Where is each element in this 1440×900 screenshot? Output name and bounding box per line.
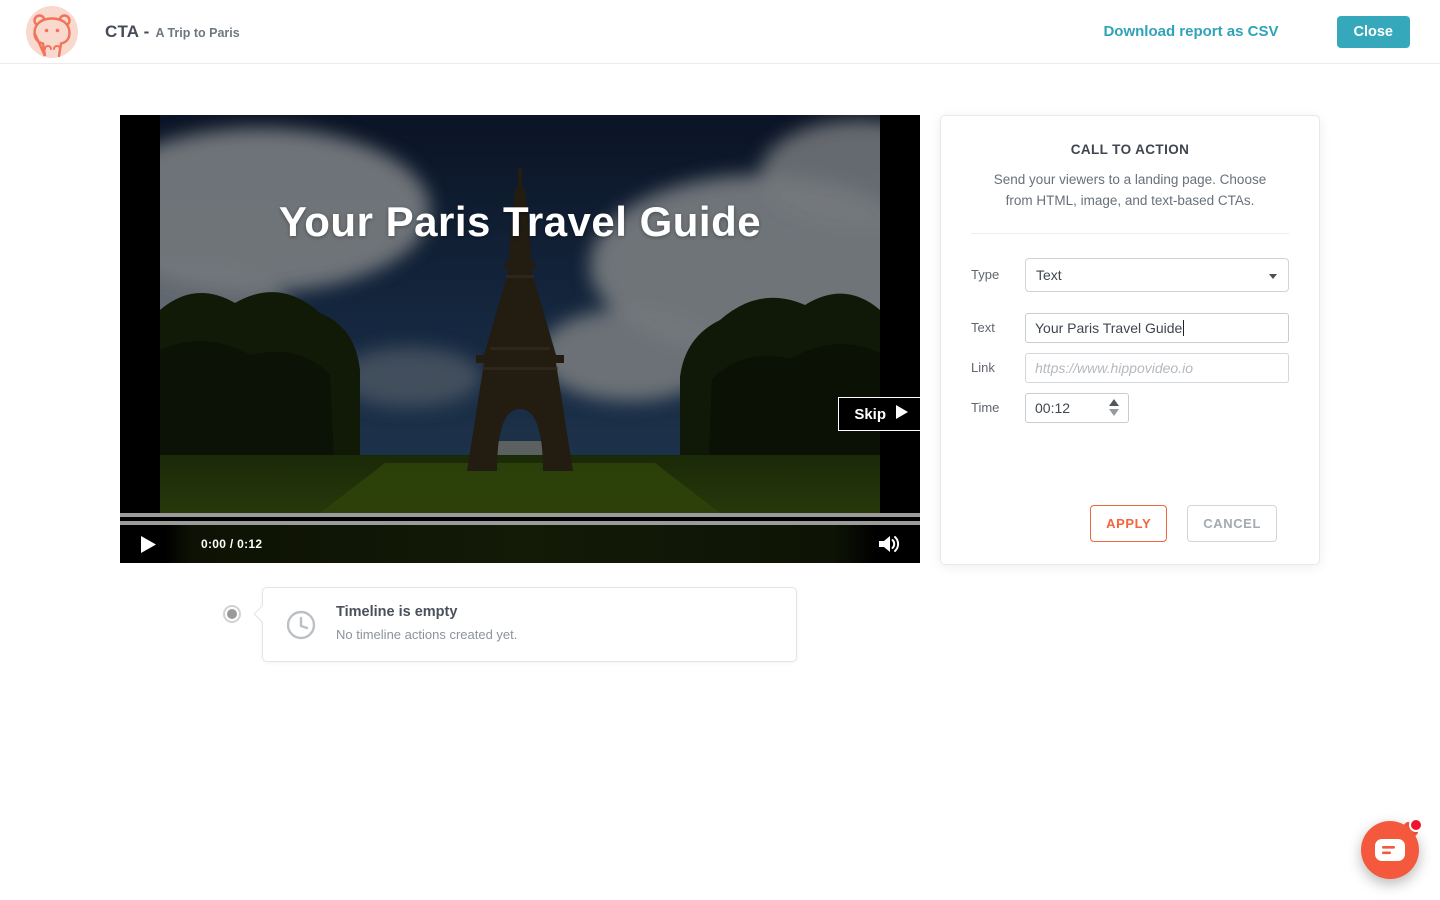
top-bar: CTA - A Trip to Paris Download report as… [0,0,1440,64]
timeline-marker-dot[interactable] [223,605,241,623]
breadcrumb: CTA - A Trip to Paris [105,22,240,42]
volume-icon[interactable] [879,535,901,553]
skip-label: Skip [854,406,886,423]
video-controls: 0:00 / 0:12 [120,525,920,563]
chat-launcher[interactable] [1361,821,1419,879]
page-title: CTA - [105,22,149,42]
type-select[interactable]: Text [1025,258,1289,292]
link-label: Link [971,360,1025,375]
seek-track-bottom[interactable] [120,521,920,525]
video-frame[interactable]: Your Paris Travel Guide Skip [120,115,920,513]
cta-panel-title: CALL TO ACTION [941,142,1319,157]
seek-bar[interactable] [120,513,920,525]
link-input[interactable] [1025,353,1289,383]
notification-dot [1409,818,1423,832]
video-name: A Trip to Paris [155,26,239,40]
download-csv-link[interactable]: Download report as CSV [1103,23,1278,40]
seek-track-top[interactable] [120,513,920,517]
text-input-value: Your Paris Travel Guide [1035,320,1182,336]
text-label: Text [971,320,1025,335]
cta-panel-description: Send your viewers to a landing page. Cho… [981,170,1279,212]
time-label: Time [971,400,1025,415]
cta-panel: CALL TO ACTION Send your viewers to a la… [940,115,1320,565]
apply-button[interactable]: APPLY [1090,505,1167,542]
skip-button[interactable]: Skip [838,397,920,431]
timeline-empty-card: Timeline is empty No timeline actions cr… [262,587,797,662]
step-up-icon[interactable] [1109,399,1119,406]
play-arrow-icon [895,405,908,424]
type-selected-value: Text [1036,267,1062,283]
time-display: 0:00 / 0:12 [201,537,262,551]
time-input[interactable]: 00:12 [1025,393,1129,423]
paris-video-still [160,115,880,513]
video-player: Your Paris Travel Guide Skip 0:00 / 0:12 [120,115,920,563]
chat-message-icon [1375,839,1405,867]
timeline-empty-title: Timeline is empty [336,604,517,620]
step-down-icon[interactable] [1109,409,1119,416]
chevron-down-icon [1269,274,1277,279]
timeline-section: Timeline is empty No timeline actions cr… [120,587,920,662]
close-button[interactable]: Close [1337,16,1411,48]
up-down-stepper-icon[interactable] [1109,399,1119,416]
clock-icon [286,610,316,640]
hippo-logo-icon [26,6,78,58]
text-cursor [1183,320,1184,336]
divider [971,233,1289,234]
play-icon[interactable] [141,535,157,553]
time-input-value: 00:12 [1035,400,1070,416]
card-arrow [254,606,271,623]
cancel-button[interactable]: CANCEL [1187,505,1277,542]
type-label: Type [971,267,1025,282]
video-overlay-title: Your Paris Travel Guide [120,198,920,246]
text-input[interactable]: Your Paris Travel Guide [1025,313,1289,343]
timeline-empty-subtitle: No timeline actions created yet. [336,627,517,642]
